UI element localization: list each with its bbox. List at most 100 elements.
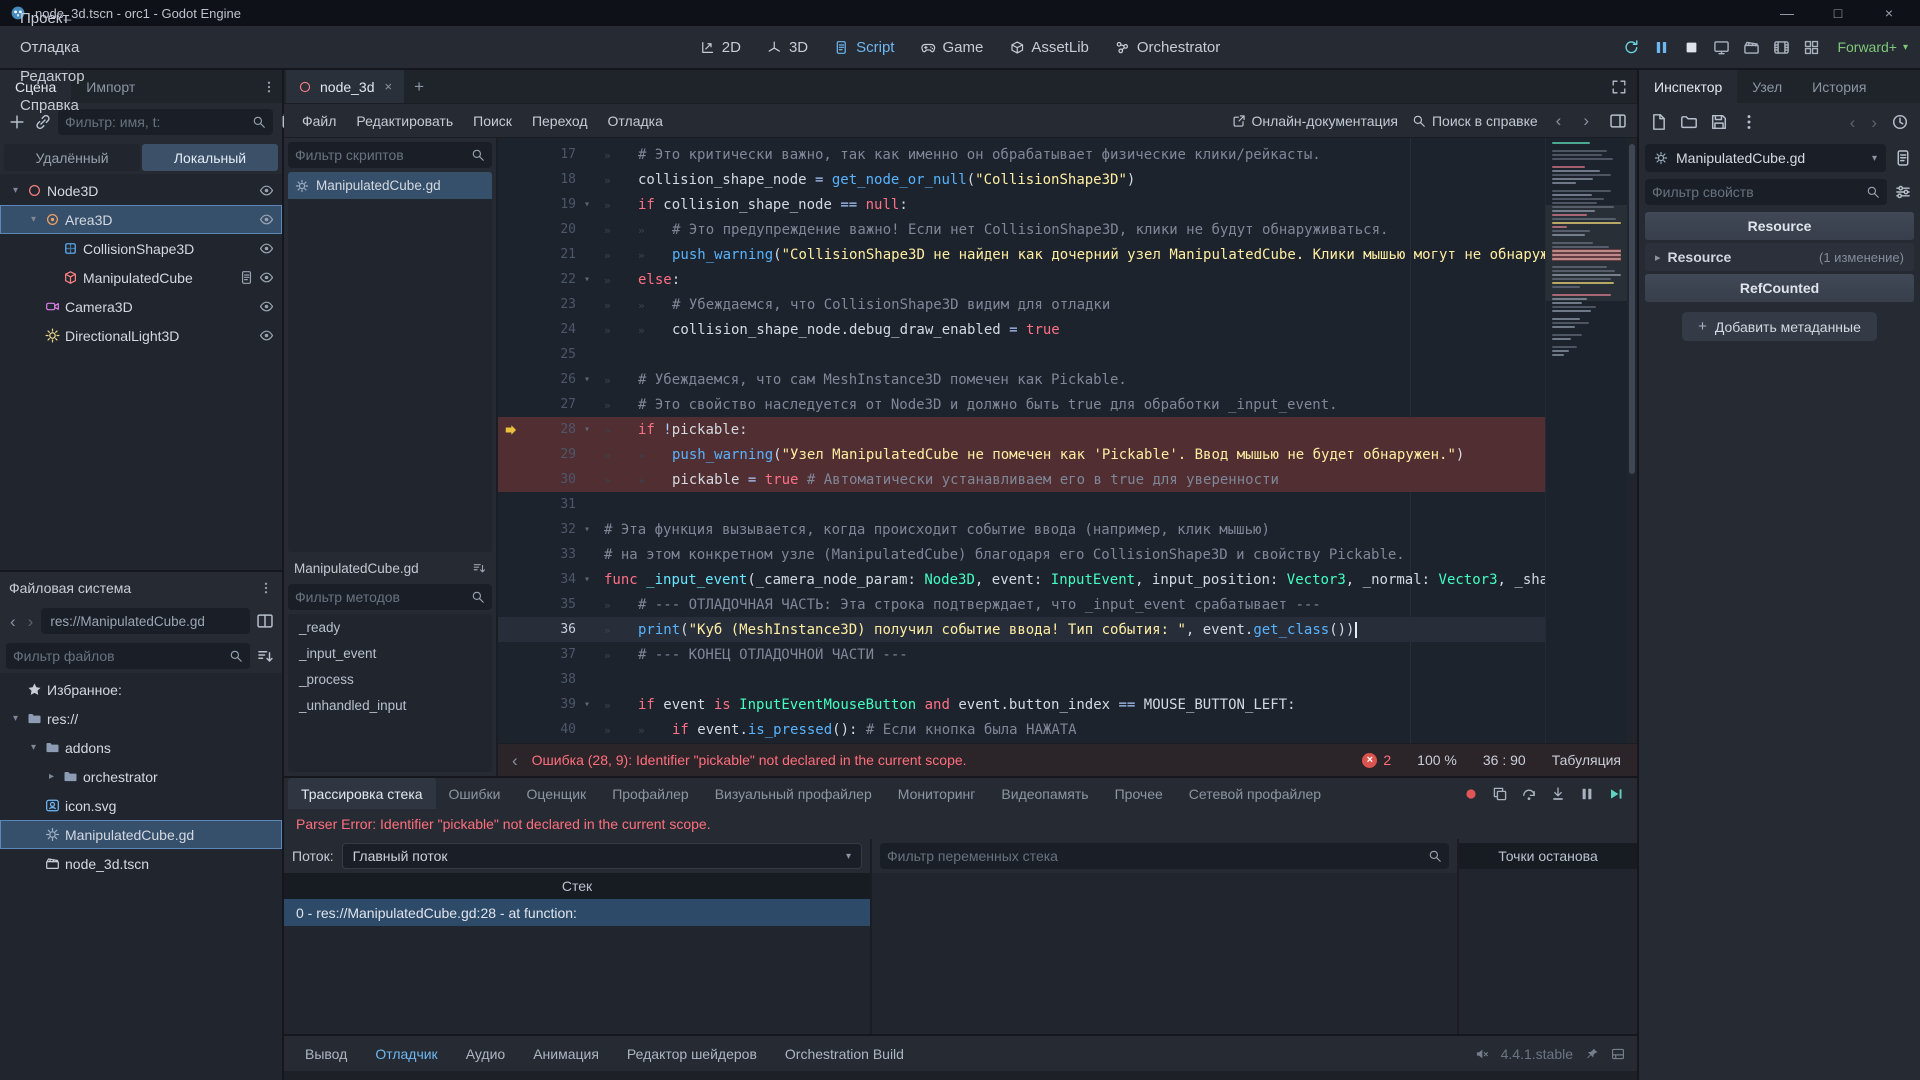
fs-split-mode-icon[interactable] [256, 612, 274, 630]
minimize-button[interactable]: — [1766, 5, 1808, 21]
code-line-20[interactable]: 20»»# Это предупреждение важно! Если нет… [498, 217, 1637, 242]
inspector-forward-icon[interactable]: › [1867, 114, 1881, 131]
bottom-panel-Вывод[interactable]: Вывод [292, 1040, 360, 1068]
code-line-28[interactable]: 28▾»if !pickable: [498, 417, 1637, 442]
code-line-21[interactable]: 21»»push_warning("CollisionShape3D не на… [498, 242, 1637, 267]
code-line-24[interactable]: 24»»collision_shape_node.debug_draw_enab… [498, 317, 1637, 342]
renderer-grid-icon[interactable] [1803, 39, 1820, 56]
script-history-back-icon[interactable]: ‹ [1552, 112, 1566, 129]
code-line-34[interactable]: 34▾func _input_event(_camera_node_param:… [498, 567, 1637, 592]
remote-window-icon[interactable] [1713, 39, 1730, 56]
pin-panel-icon[interactable] [1585, 1047, 1599, 1061]
fs-current-path[interactable]: res://ManipulatedCube.gd [41, 608, 250, 634]
scene-node-CollisionShape3D[interactable]: CollisionShape3D [0, 234, 282, 263]
error-count-badge[interactable]: × 2 [1362, 752, 1391, 768]
code-line-29[interactable]: 29»»push_warning("Узел ManipulatedCube н… [498, 442, 1637, 467]
methods-filter-input[interactable] [295, 589, 465, 605]
workspace-Game[interactable]: Game [909, 33, 994, 62]
file-item-orchestrator[interactable]: ▸orchestrator [0, 762, 282, 791]
scripts-panel-toggle-icon[interactable] [1609, 112, 1627, 130]
expand-panel-icon[interactable] [1611, 1047, 1625, 1061]
copy-error-icon[interactable] [1492, 786, 1508, 802]
script-path-row[interactable]: ManipulatedCube.gd [288, 556, 492, 580]
script-item-ManipulatedCube.gd[interactable]: ManipulatedCube.gd [288, 172, 492, 199]
history-icon[interactable] [1891, 113, 1909, 131]
visibility-toggle-icon[interactable] [259, 299, 274, 314]
code-line-25[interactable]: 25 [498, 342, 1637, 367]
method-item-_input_event[interactable]: _input_event [288, 640, 492, 666]
resource-menu-icon[interactable] [1740, 113, 1758, 131]
step-into-icon[interactable] [1550, 786, 1566, 802]
code-line-19[interactable]: 19▾»if collision_shape_node == null: [498, 192, 1637, 217]
scrollbar-thumb[interactable] [1629, 144, 1635, 474]
thread-select[interactable]: Главный поток ▾ [342, 843, 862, 869]
workspace-Orchestrator[interactable]: Orchestrator [1104, 33, 1231, 62]
edited-object-selector[interactable]: ManipulatedCube.gd ▾ [1645, 144, 1886, 172]
bottom-panel-Orchestration Build[interactable]: Orchestration Build [772, 1040, 917, 1068]
close-tab-icon[interactable]: × [385, 79, 393, 94]
code-line-18[interactable]: 18»collision_shape_node = get_node_or_nu… [498, 167, 1637, 192]
expand-editor-icon[interactable] [1611, 79, 1627, 95]
code-line-37[interactable]: 37»# --- КОНЕЦ ОТЛАДОЧНОЙ ЧАСТИ --- [498, 642, 1637, 667]
mute-audio-icon[interactable] [1475, 1047, 1489, 1061]
code-line-32[interactable]: 32▾# Эта функция вызывается, когда проис… [498, 517, 1637, 542]
code-line-17[interactable]: 17»# Это критически важно, так как именн… [498, 142, 1637, 167]
stack-frame[interactable]: 0 - res://ManipulatedCube.gd:28 - at fun… [284, 899, 870, 926]
add-scene-tab-button[interactable]: + [404, 70, 434, 103]
stop-icon[interactable] [1683, 39, 1700, 56]
script-menu-Переход[interactable]: Переход [522, 108, 598, 134]
code-scrollbar[interactable] [1627, 138, 1637, 743]
file-item-ManipulatedCube.gd[interactable]: ManipulatedCube.gd [0, 820, 282, 849]
save-resource-icon[interactable] [1710, 113, 1728, 131]
script-menu-Поиск[interactable]: Поиск [463, 108, 522, 134]
scene-node-Area3D[interactable]: ▾Area3D [0, 205, 282, 234]
zoom-level[interactable]: 100 % [1417, 752, 1457, 768]
code-minimap[interactable] [1545, 138, 1627, 743]
menu-Сцена[interactable]: Сцена [8, 0, 97, 4]
method-item-_unhandled_input[interactable]: _unhandled_input [288, 692, 492, 718]
debugger-tab-Оценщик[interactable]: Оценщик [513, 778, 599, 809]
visibility-toggle-icon[interactable] [259, 183, 274, 198]
code-line-27[interactable]: 27»# Это свойство наследуется от Node3D … [498, 392, 1637, 417]
debugger-tab-Ошибки[interactable]: Ошибки [436, 778, 514, 809]
filesystem-menu-icon[interactable] [259, 581, 273, 595]
bottom-panel-Аудио[interactable]: Аудио [453, 1040, 519, 1068]
code-line-31[interactable]: 31 [498, 492, 1637, 517]
break-icon[interactable] [1579, 786, 1595, 802]
maximize-button[interactable]: □ [1817, 5, 1859, 21]
script-menu-Редактировать[interactable]: Редактировать [346, 108, 463, 134]
bottom-panel-Анимация[interactable]: Анимация [520, 1040, 612, 1068]
close-button[interactable]: × [1868, 5, 1910, 21]
file-filter-input[interactable] [13, 648, 223, 664]
code-line-36[interactable]: 36»print("Куб (MeshInstance3D) получил с… [498, 617, 1637, 642]
code-line-22[interactable]: 22▾»else: [498, 267, 1637, 292]
menu-Проект[interactable]: Проект [8, 4, 97, 33]
file-item-addons[interactable]: ▾addons [0, 733, 282, 762]
inspector-tab-История[interactable]: История [1797, 70, 1881, 103]
inspector-tab-Инспектор[interactable]: Инспектор [1639, 70, 1737, 103]
live-edit-icon[interactable] [1463, 786, 1479, 802]
stack-variables-filter-input[interactable] [887, 848, 1422, 864]
debugger-tab-Видеопамять[interactable]: Видеопамять [988, 778, 1101, 809]
script-menu-Файл[interactable]: Файл [292, 108, 346, 134]
scene-tab-node3d[interactable]: node_3d × [286, 70, 404, 103]
debugger-tab-Прочее[interactable]: Прочее [1102, 778, 1176, 809]
scene-node-DirectionalLight3D[interactable]: DirectionalLight3D [0, 321, 282, 350]
menu-Редактор[interactable]: Редактор [8, 62, 97, 91]
file-item-res://[interactable]: ▾res:// [0, 704, 282, 733]
restart-icon[interactable] [1623, 39, 1640, 56]
scene-node-Node3D[interactable]: ▾Node3D [0, 176, 282, 205]
file-item-icon.svg[interactable]: icon.svg [0, 791, 282, 820]
sort-members-icon[interactable] [472, 561, 486, 575]
menu-Справка[interactable]: Справка [8, 91, 97, 120]
file-item-node_3d.tscn[interactable]: node_3d.tscn [0, 849, 282, 878]
visibility-toggle-icon[interactable] [259, 270, 274, 285]
code-editor[interactable]: 17»# Это критически важно, так как именн… [498, 138, 1637, 743]
code-line-35[interactable]: 35»# --- ОТЛАДОЧНАЯ ЧАСТЬ: Эта строка по… [498, 592, 1637, 617]
visibility-toggle-icon[interactable] [259, 212, 274, 227]
debugger-tab-Профайлер[interactable]: Профайлер [599, 778, 702, 809]
code-line-38[interactable]: 38 [498, 667, 1637, 692]
continue-icon[interactable] [1608, 786, 1624, 802]
inspector-group-Resource[interactable]: ▸Resource(1 изменение) [1645, 243, 1914, 271]
add-metadata-button[interactable]: +Добавить метаданные [1682, 312, 1877, 341]
